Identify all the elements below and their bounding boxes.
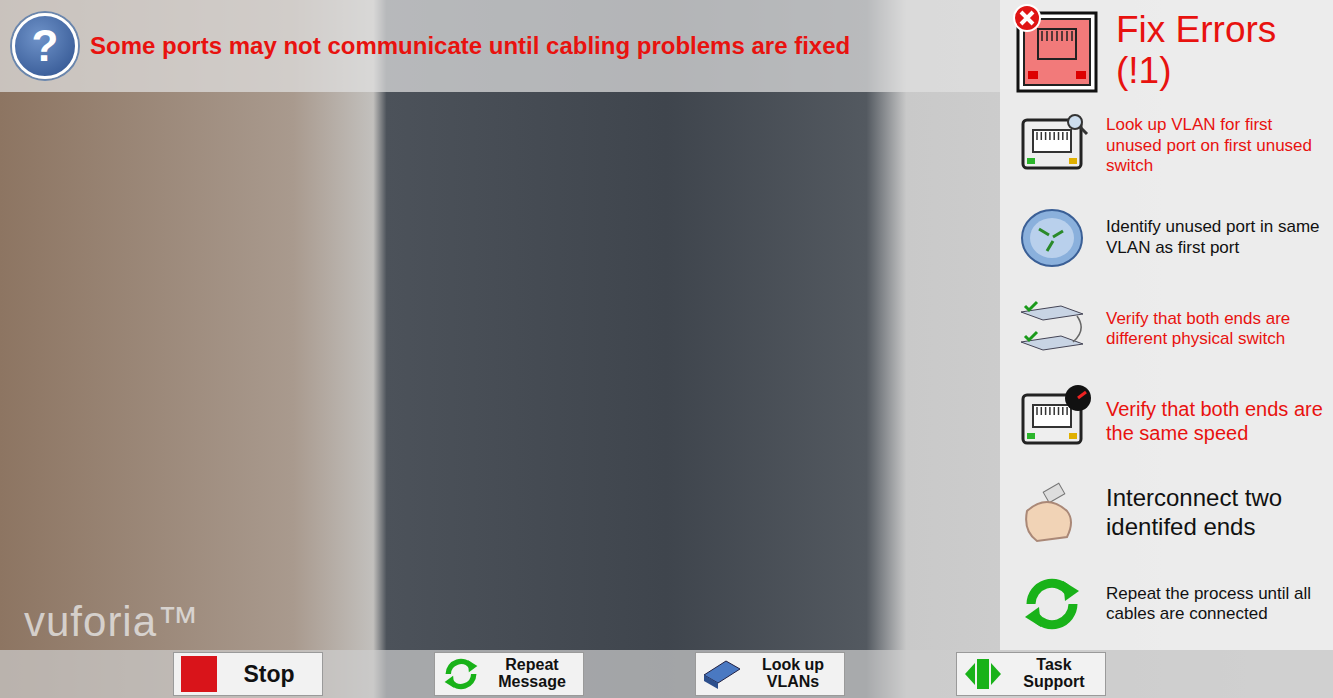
stop-square-icon xyxy=(180,655,218,693)
step-row: Verify that both ends are different phys… xyxy=(1012,283,1327,375)
step-row: Look up VLAN for first unused port on fi… xyxy=(1012,100,1327,192)
step-text: Look up VLAN for first unused port on fi… xyxy=(1106,115,1327,176)
toolbar-button[interactable]: Task Support xyxy=(956,652,1106,696)
step-row: Repeat the process until all cables are … xyxy=(1012,558,1327,650)
message-banner: ? Some ports may not communicate until ca… xyxy=(0,0,1000,92)
step-text: Interconnect two identifed ends xyxy=(1106,484,1327,542)
camera-view: ? Some ports may not communicate until ca… xyxy=(0,0,1333,698)
toolbar-button[interactable]: Look up VLANs xyxy=(695,652,845,696)
hand-cable-icon xyxy=(1017,481,1087,545)
step-text: Verify that both ends are different phys… xyxy=(1106,309,1327,350)
toolbar-button[interactable]: Stop xyxy=(173,652,323,696)
help-icon[interactable]: ? xyxy=(12,13,78,79)
step-icon-box xyxy=(1012,393,1092,449)
steps-panel: Fix Errors(!1) Look up VLAN for first unu… xyxy=(1000,0,1333,650)
step-icon-box xyxy=(1012,207,1092,269)
repeat-arrows-icon xyxy=(1019,573,1085,635)
camera-column: ? Some ports may not communicate until ca… xyxy=(0,0,1000,650)
step-icon-box xyxy=(1012,573,1092,635)
step-icon-box xyxy=(1012,481,1092,545)
vlan-globe-icon xyxy=(1019,207,1085,269)
button-label: Repeat Message xyxy=(489,657,575,691)
error-port xyxy=(1012,3,1098,97)
panel-header: Fix Errors(!1) xyxy=(1012,0,1327,100)
button-label: Look up VLANs xyxy=(750,657,836,691)
magnifier-icon xyxy=(1065,112,1089,136)
repeat-arrows-icon xyxy=(441,655,481,693)
error-count: (!1) xyxy=(1116,51,1276,92)
step-text: Repeat the process until all cables are … xyxy=(1106,584,1327,625)
step-row: Identify unused port in same VLAN as fir… xyxy=(1012,192,1327,284)
title-text: Fix Errors xyxy=(1116,10,1276,51)
error-x-icon xyxy=(1012,3,1042,33)
button-label: Task Support xyxy=(1011,657,1097,691)
fix-errors-title: Fix Errors(!1) xyxy=(1116,8,1276,91)
toolbar-button[interactable]: Repeat Message xyxy=(434,652,584,696)
main-area: ? Some ports may not communicate until ca… xyxy=(0,0,1333,650)
step-row: Verify that both ends are the same speed xyxy=(1012,375,1327,467)
step-icon-box xyxy=(1012,118,1092,174)
its-arrows-icon xyxy=(963,655,1003,693)
bottom-toolbar: Stop Repeat Message Look up VLANs Task Supp… xyxy=(0,650,1333,698)
gauge-icon xyxy=(1063,383,1093,413)
banner-message: Some ports may not communicate until cab… xyxy=(90,32,850,61)
step-text: Verify that both ends are the same speed xyxy=(1106,397,1327,445)
step-row: Interconnect two identifed ends xyxy=(1012,467,1327,559)
two-switches-icon xyxy=(1017,298,1087,360)
button-label: Stop xyxy=(226,662,312,686)
vuforia-watermark: vuforia™ xyxy=(24,598,1000,646)
step-icon-box xyxy=(1012,298,1092,360)
step-text: Identify unused port in same VLAN as fir… xyxy=(1106,217,1327,258)
lookup-port xyxy=(1021,118,1083,174)
switch-icon xyxy=(702,655,742,693)
speed-port xyxy=(1021,393,1083,449)
